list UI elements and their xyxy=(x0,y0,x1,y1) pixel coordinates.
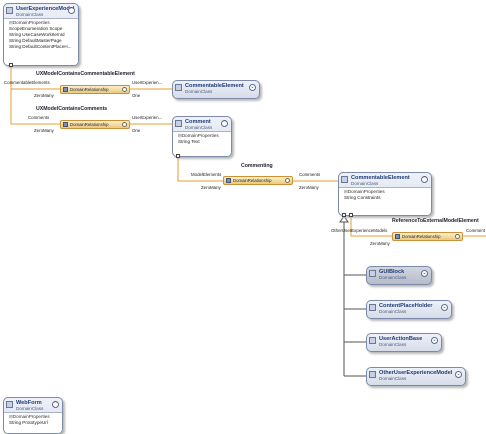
relationship-reference-external[interactable]: DomainRelationship xyxy=(392,232,463,241)
source-multiplicity-label: ZeroMany xyxy=(201,185,221,190)
class-port xyxy=(9,63,13,67)
relationship-name: UXModelContainsCommentableElement xyxy=(36,71,135,77)
class-kind: DomainClass xyxy=(185,89,213,94)
class-header: ContentPlaceHolder DomainClass ⌄ xyxy=(367,301,451,315)
source-role-label: ModelElements xyxy=(191,172,222,177)
class-icon xyxy=(369,270,376,277)
class-header: CommentableElement DomainClass ⌄ xyxy=(173,81,259,95)
relationship-icon xyxy=(226,178,231,183)
class-commentable-element[interactable]: CommentableElement DomainClass ⌄ xyxy=(172,80,260,99)
collapse-toggle-icon[interactable]: ⌃ xyxy=(68,7,75,14)
connector-commenting-source xyxy=(177,156,223,182)
relationship-commenting[interactable]: DomainRelationship xyxy=(223,176,293,185)
class-gui-block[interactable]: GUIBlock DomainClass ⌄ xyxy=(366,266,432,285)
class-header: UserActionBase DomainClass ⌄ xyxy=(367,334,441,348)
class-kind: DomainClass xyxy=(16,12,44,17)
class-icon xyxy=(369,337,376,344)
class-comment[interactable]: Comment DomainClass ⌃ DomainProperties S… xyxy=(172,116,232,157)
connector-ux-commentable-source xyxy=(10,65,60,90)
collapse-toggle-icon[interactable]: ⌃ xyxy=(221,120,228,127)
expand-toggle-icon[interactable]: ⌄ xyxy=(455,371,462,378)
class-header: OtherUserExperienceModel DomainClass ⌄ xyxy=(367,368,465,382)
class-header: Comment DomainClass ⌃ xyxy=(173,117,231,131)
collapse-toggle-icon[interactable] xyxy=(455,234,460,239)
source-multiplicity-label: ZeroMany xyxy=(370,241,390,246)
collapse-toggle-icon[interactable]: ⌃ xyxy=(52,401,59,408)
class-header: UserExperienceModel DomainClass ⌃ xyxy=(4,4,78,18)
class-user-action-base[interactable]: UserActionBase DomainClass ⌄ xyxy=(366,333,442,352)
class-kind: DomainClass xyxy=(379,376,407,381)
class-icon xyxy=(175,84,182,91)
class-header: CommentableElement DomainClass ⌃ xyxy=(339,173,431,187)
relationship-kind: DomainRelationship xyxy=(70,122,109,127)
class-icon xyxy=(175,120,182,127)
connector-reference-source xyxy=(350,217,392,237)
source-role-label: OtherUserExperienceModels xyxy=(331,228,388,233)
relationship-ux-comments[interactable]: DomainRelationship xyxy=(60,120,130,129)
collapse-toggle-icon[interactable] xyxy=(122,122,127,127)
inheritance-branches xyxy=(344,274,366,377)
class-icon xyxy=(6,7,13,14)
relationship-kind: DomainRelationship xyxy=(233,178,272,183)
expand-toggle-icon[interactable]: ⌄ xyxy=(249,84,256,91)
expand-toggle-icon[interactable]: ⌄ xyxy=(431,337,438,344)
class-body: DomainProperties String Constraints xyxy=(339,187,431,215)
target-multiplicity-label: One xyxy=(132,128,141,133)
relationship-name: Commenting xyxy=(241,163,273,169)
class-user-experience-model[interactable]: UserExperienceModel DomainClass ⌃ Domain… xyxy=(3,3,79,66)
class-icon xyxy=(369,304,376,311)
relationship-name: UXModelContainsComments xyxy=(36,106,108,112)
diagram-canvas: UserExperienceModel DomainClass ⌃ Domain… xyxy=(0,0,486,434)
relationship-name: ReferenceToExternalModelElement xyxy=(392,218,479,224)
source-role-label: CommentableElements xyxy=(4,80,50,85)
relationship-kind: DomainRelationship xyxy=(70,87,109,92)
source-multiplicity-label: ZeroMany xyxy=(34,93,54,98)
expand-toggle-icon[interactable]: ⌄ xyxy=(421,270,428,277)
property-item[interactable]: String DefaultContentPlaceH... xyxy=(9,44,75,50)
class-port xyxy=(176,154,180,158)
target-role-label: Comment xyxy=(466,228,486,233)
target-multiplicity-label: One xyxy=(132,93,141,98)
class-kind: DomainClass xyxy=(379,275,407,280)
relationship-icon xyxy=(63,122,68,127)
class-other-user-experience-model[interactable]: OtherUserExperienceModel DomainClass ⌄ xyxy=(366,367,466,386)
class-port xyxy=(349,213,353,217)
relationship-kind: DomainRelationship xyxy=(402,234,441,239)
class-commentable-element-base[interactable]: CommentableElement DomainClass ⌃ DomainP… xyxy=(338,172,432,216)
relationship-ux-commentable[interactable]: DomainRelationship xyxy=(60,85,130,94)
class-kind: DomainClass xyxy=(351,181,379,186)
property-item[interactable]: String PrototypeUrl xyxy=(9,420,59,426)
class-body: DomainProperties ScopeEnumeration Scope … xyxy=(4,18,78,65)
class-content-place-holder[interactable]: ContentPlaceHolder DomainClass ⌄ xyxy=(366,300,452,319)
class-kind: DomainClass xyxy=(379,342,407,347)
class-icon xyxy=(369,371,376,378)
relationship-icon xyxy=(63,87,68,92)
relationship-icon xyxy=(395,234,400,239)
target-role-label: UserExperien... xyxy=(132,80,163,85)
target-role-label: UserExperien... xyxy=(132,115,163,120)
class-port xyxy=(342,213,346,217)
class-web-form[interactable]: WebForm DomainClass ⌃ DomainProperties S… xyxy=(3,397,63,434)
source-multiplicity-label: ZeroMany xyxy=(34,128,54,133)
property-item[interactable]: String Constraints xyxy=(344,195,428,201)
class-kind: DomainClass xyxy=(379,309,407,314)
class-icon xyxy=(341,176,348,183)
property-item[interactable]: String Text xyxy=(178,139,228,145)
class-header: GUIBlock DomainClass ⌄ xyxy=(367,267,431,281)
collapse-toggle-icon[interactable]: ⌃ xyxy=(421,176,428,183)
collapse-toggle-icon[interactable] xyxy=(285,178,290,183)
target-multiplicity-label: ZeroMany xyxy=(299,185,319,190)
class-icon xyxy=(6,401,13,408)
class-body: DomainProperties String PrototypeUrl xyxy=(4,412,62,433)
class-body: DomainProperties String Text xyxy=(173,131,231,156)
collapse-toggle-icon[interactable] xyxy=(122,87,127,92)
target-role-label: Comments xyxy=(299,172,321,177)
source-role-label: Comments xyxy=(28,115,50,120)
expand-toggle-icon[interactable]: ⌄ xyxy=(441,304,448,311)
class-header: WebForm DomainClass ⌃ xyxy=(4,398,62,412)
